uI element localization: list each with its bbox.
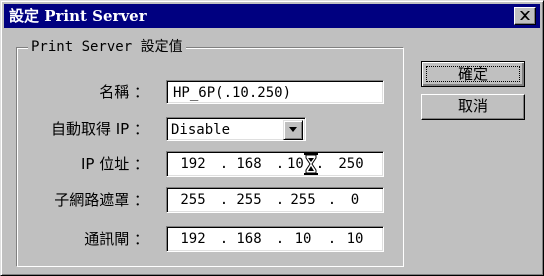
title-bar[interactable]: 設定 Print Server bbox=[4, 4, 540, 28]
gateway-octet-4[interactable]: 10 bbox=[331, 229, 379, 249]
name-input[interactable]: HP_6P(.10.250) bbox=[166, 80, 384, 104]
hourglass-icon bbox=[304, 153, 318, 175]
close-icon bbox=[520, 11, 530, 20]
chevron-down-icon bbox=[289, 127, 297, 132]
cancel-button[interactable]: 取消 bbox=[421, 94, 525, 120]
gateway-octet-2[interactable]: 168 bbox=[225, 229, 273, 249]
subnet-octet-2[interactable]: 255 bbox=[225, 190, 273, 210]
ip-octet-4[interactable]: 250 bbox=[327, 154, 375, 174]
subnet-mask-input[interactable]: 255 . 255 . 255 . 0 bbox=[166, 187, 384, 213]
ip-octet-2[interactable]: 168 bbox=[225, 154, 273, 174]
group-label: Print Server 設定值 bbox=[28, 38, 186, 56]
subnet-octet-1[interactable]: 255 bbox=[169, 190, 217, 210]
gateway-octet-1[interactable]: 192 bbox=[169, 229, 217, 249]
print-server-dialog: 設定 Print Server Print Server 設定值 名稱 ： HP… bbox=[0, 0, 544, 276]
window-title: 設定 Print Server bbox=[9, 7, 147, 25]
ok-button[interactable]: 確定 bbox=[421, 61, 525, 87]
gateway-label: 通訊閘 ： bbox=[84, 230, 149, 248]
auto-ip-value: Disable bbox=[171, 122, 231, 138]
auto-ip-label: 自動取得 IP ： bbox=[50, 120, 149, 138]
subnet-label: 子網路遮罩 ： bbox=[54, 191, 149, 209]
name-label: 名稱 ： bbox=[99, 83, 149, 101]
close-button[interactable] bbox=[514, 7, 536, 25]
dropdown-button[interactable] bbox=[283, 120, 303, 140]
ok-button-label: 確定 bbox=[426, 66, 520, 82]
gateway-octet-3[interactable]: 10 bbox=[279, 229, 327, 249]
name-value: HP_6P(.10.250) bbox=[173, 85, 292, 101]
gateway-input[interactable]: 192 . 168 . 10 . 10 bbox=[166, 226, 384, 252]
ip-octet-1[interactable]: 192 bbox=[169, 154, 217, 174]
ip-label: IP 位址 ： bbox=[80, 155, 149, 173]
auto-ip-select[interactable]: Disable bbox=[166, 117, 306, 141]
ip-address-input[interactable]: 192 . 168 . 10 . 250 bbox=[166, 151, 384, 177]
subnet-octet-3[interactable]: 255 bbox=[279, 190, 327, 210]
subnet-octet-4[interactable]: 0 bbox=[331, 190, 379, 210]
